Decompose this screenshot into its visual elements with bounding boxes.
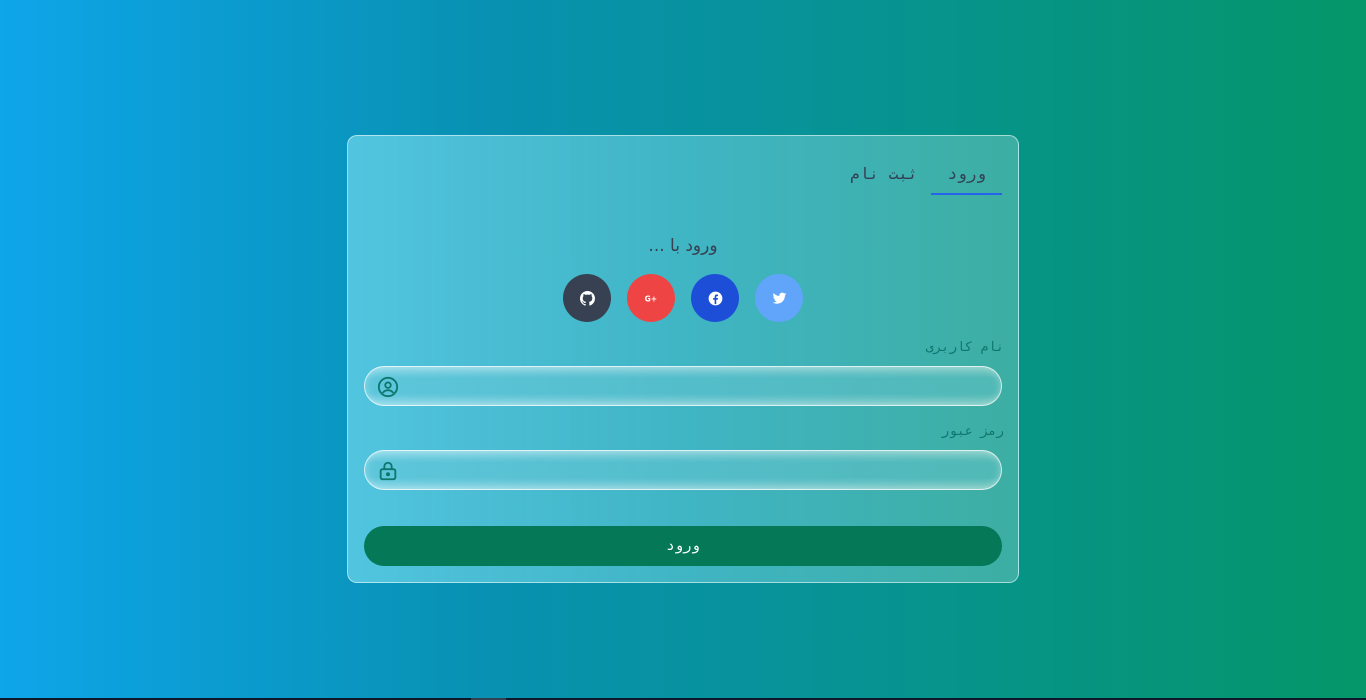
- username-label: نام کاربری: [925, 340, 1004, 355]
- username-input[interactable]: [365, 367, 1001, 405]
- google-plus-icon: G+: [644, 294, 656, 303]
- github-login-button[interactable]: [563, 274, 611, 322]
- login-submit-button[interactable]: ورود: [364, 526, 1002, 566]
- twitter-login-button[interactable]: [755, 274, 803, 322]
- google-plus-login-button[interactable]: G+: [627, 274, 675, 322]
- lock-icon: [379, 461, 397, 481]
- password-field: [364, 450, 1002, 490]
- social-login-buttons: G+: [563, 274, 803, 322]
- auth-tabs: ورود ثبت نام: [850, 158, 1002, 195]
- login-with-heading: ورود با ...: [648, 236, 718, 256]
- password-label: رمز عبور: [941, 424, 1004, 439]
- facebook-icon: [708, 291, 722, 305]
- facebook-login-button[interactable]: [691, 274, 739, 322]
- password-input[interactable]: [365, 451, 1001, 489]
- login-card: ورود ثبت نام ورود با ... G+ نام کاربری ر…: [347, 135, 1019, 583]
- tab-login[interactable]: ورود: [931, 158, 1002, 195]
- svg-text:G+: G+: [644, 294, 656, 303]
- github-icon: [579, 290, 595, 306]
- username-field: [364, 366, 1002, 406]
- tab-register[interactable]: ثبت نام: [850, 158, 917, 195]
- user-circle-icon: [377, 376, 399, 398]
- twitter-icon: [772, 292, 786, 304]
